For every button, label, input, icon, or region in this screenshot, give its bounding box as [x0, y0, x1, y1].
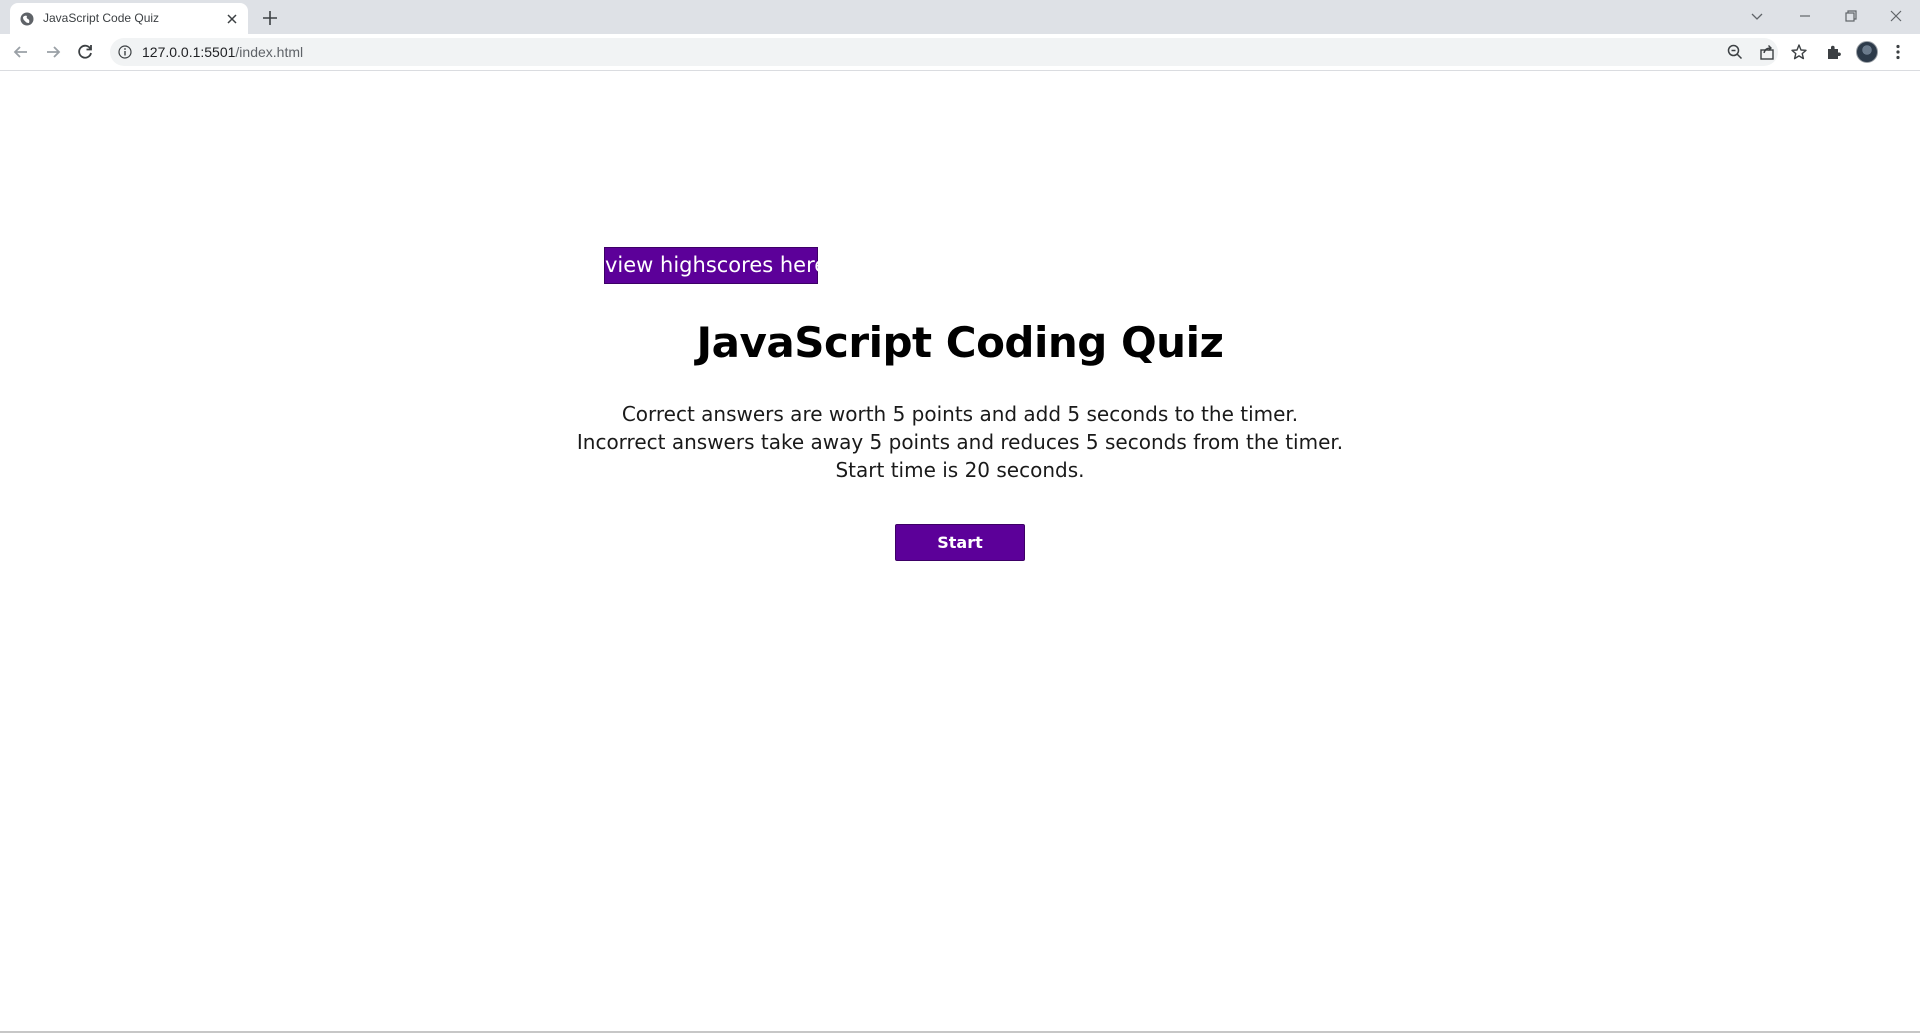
share-icon[interactable]: [1758, 43, 1776, 61]
quiz-instructions: Correct answers are worth 5 points and a…: [560, 400, 1360, 484]
restore-icon[interactable]: [1841, 6, 1861, 26]
url-text[interactable]: 127.0.0.1:5501/index.html: [142, 44, 303, 60]
url-path: /index.html: [235, 44, 304, 60]
window-close-icon[interactable]: [1886, 6, 1906, 26]
arrow-right-icon[interactable]: [42, 41, 64, 63]
arrow-left-icon[interactable]: [10, 41, 32, 63]
instruction-line-start-time: Start time is 20 seconds.: [835, 458, 1085, 482]
browser-tab-active[interactable]: JavaScript Code Quiz: [10, 3, 248, 34]
reload-icon[interactable]: [74, 41, 96, 63]
star-icon[interactable]: [1790, 43, 1808, 61]
chevron-down-icon[interactable]: [1747, 6, 1767, 26]
instruction-line-correct: Correct answers are worth 5 points and a…: [621, 402, 1299, 426]
page-title: JavaScript Coding Quiz: [696, 318, 1224, 367]
avatar[interactable]: [1856, 41, 1878, 63]
close-icon[interactable]: [224, 11, 240, 27]
globe-icon: [20, 12, 34, 26]
minimize-icon[interactable]: [1795, 6, 1815, 26]
info-icon[interactable]: [118, 45, 132, 59]
instruction-line-incorrect: Incorrect answers take away 5 points and…: [576, 430, 1344, 454]
zoom-icon[interactable]: [1726, 43, 1744, 61]
address-bar[interactable]: 127.0.0.1:5501/index.html: [110, 38, 1807, 66]
start-button[interactable]: Start: [895, 524, 1025, 561]
kebab-menu-icon[interactable]: [1888, 42, 1908, 62]
tab-title: JavaScript Code Quiz: [43, 11, 160, 25]
puzzle-icon[interactable]: [1824, 42, 1844, 62]
browser-tabstrip: JavaScript Code Quiz: [0, 0, 1920, 34]
plus-icon[interactable]: [260, 8, 280, 28]
url-host: 127.0.0.1:5501: [142, 44, 236, 60]
view-highscores-button[interactable]: view highscores here: [604, 247, 827, 284]
page-viewport: view highscores here JavaScript Coding Q…: [0, 71, 1920, 1033]
browser-toolbar: 127.0.0.1:5501/index.html: [0, 34, 1920, 71]
